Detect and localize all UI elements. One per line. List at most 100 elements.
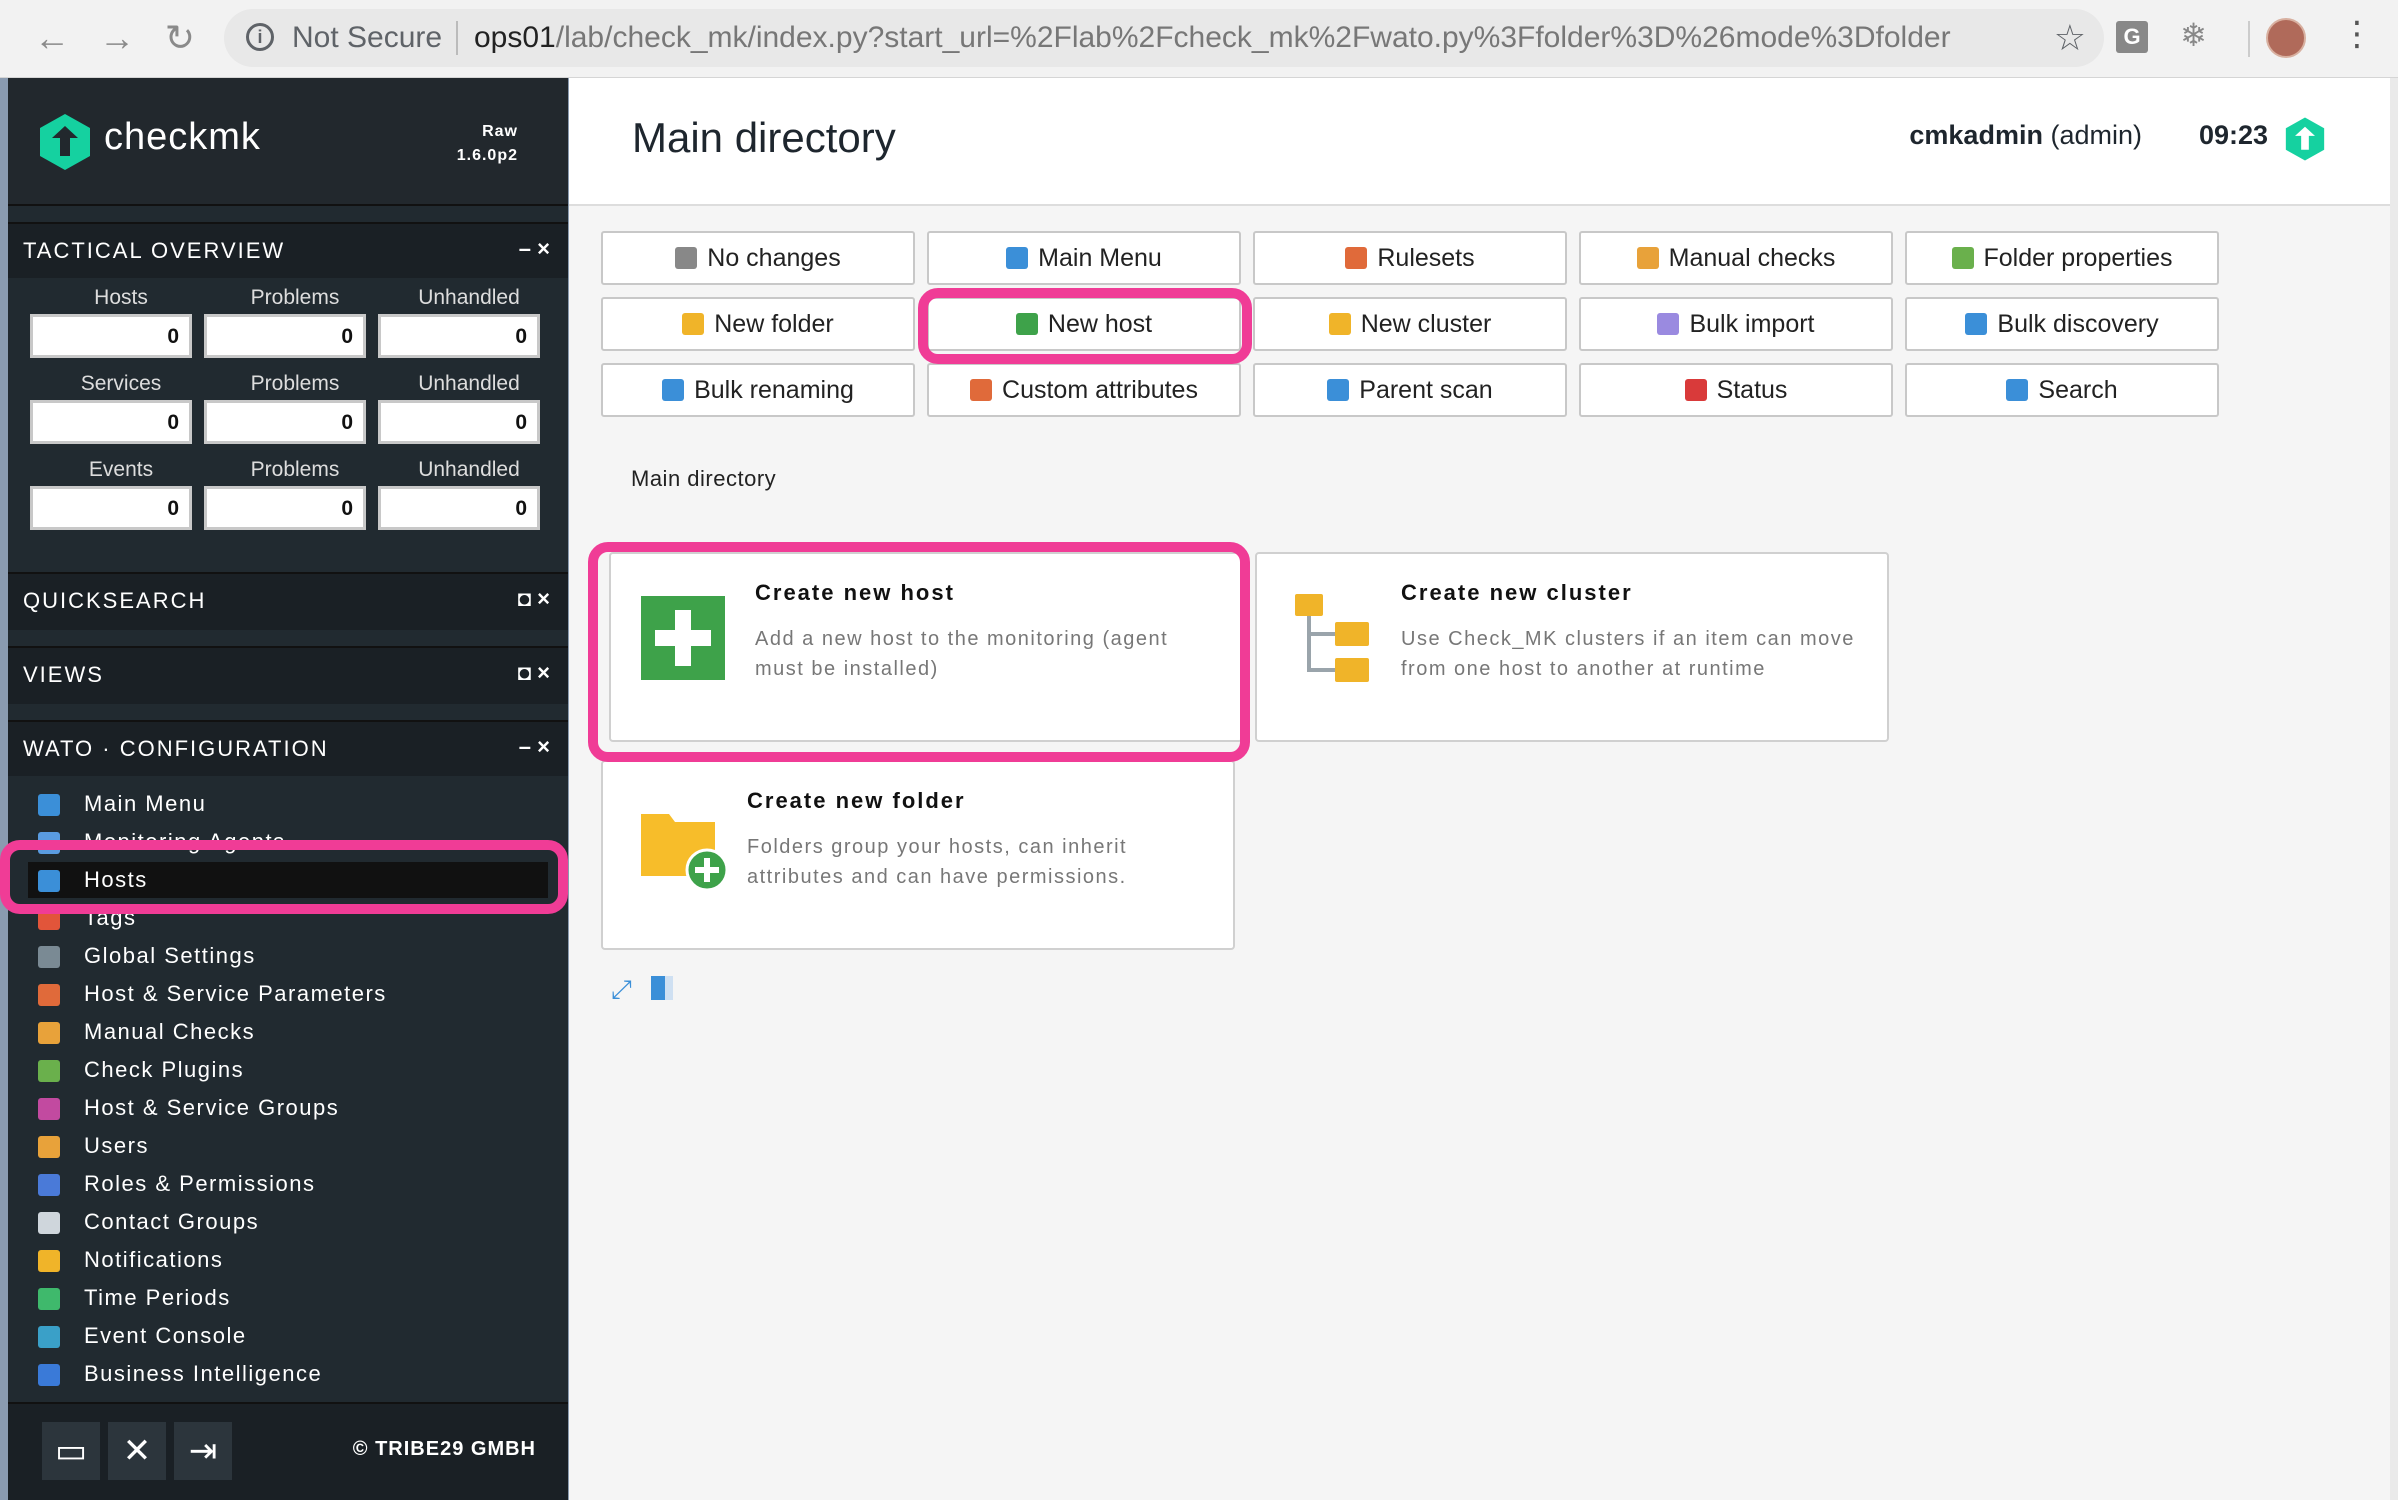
rulesets-button[interactable]: Rulesets <box>1253 231 1567 285</box>
user-info[interactable]: cmkadmin (admin) <box>1909 120 2142 151</box>
wato-item-tags[interactable]: Tags <box>28 900 548 936</box>
parent-scan-button[interactable]: Parent scan <box>1253 363 1567 417</box>
new-cluster-icon <box>1328 313 1351 335</box>
snapin-controls[interactable]: ◘ × <box>518 586 550 612</box>
create-new-host-card[interactable]: Create new host Add a new host to the mo… <box>609 552 1243 742</box>
folder-properties-button[interactable]: Folder properties <box>1905 231 2219 285</box>
page-scrollbar[interactable] <box>2390 78 2398 1500</box>
hosts-problems-count[interactable]: 0 <box>204 314 366 358</box>
wato-item-label: Roles & Permissions <box>84 1171 316 1196</box>
snapin-controls[interactable]: – × <box>519 236 550 262</box>
button-label: Rulesets <box>1377 244 1475 272</box>
events-count[interactable]: 0 <box>30 486 192 530</box>
wato-item-label: Global Settings <box>84 943 256 968</box>
reload-icon[interactable]: ↻ <box>158 16 202 60</box>
add-folder-icon <box>641 814 729 892</box>
button-label: New folder <box>714 310 834 338</box>
events-problems-count[interactable]: 0 <box>204 486 366 530</box>
card-title: Create new cluster <box>1401 580 1633 605</box>
wato-item-notifications[interactable]: Notifications <box>28 1242 548 1278</box>
tactical-label: Unhandled <box>418 458 520 481</box>
url-host: ops01 <box>474 21 556 54</box>
quicksearch-header[interactable]: QUICKSEARCH ◘ × <box>8 572 568 630</box>
snapin-controls[interactable]: ◘ × <box>518 660 550 686</box>
wato-item-event-console[interactable]: Event Console <box>28 1318 548 1354</box>
events-unhandled-count[interactable]: 0 <box>378 486 540 530</box>
wato-item-users[interactable]: Users <box>28 1128 548 1164</box>
extension-g-icon[interactable]: G <box>2116 21 2148 53</box>
hosts-count[interactable]: 0 <box>30 314 192 358</box>
wato-item-host-service-groups[interactable]: Host & Service Groups <box>28 1090 548 1126</box>
info-icon[interactable]: i <box>246 23 274 51</box>
button-label: Bulk discovery <box>1997 310 2159 338</box>
no-changes-button[interactable]: No changes <box>601 231 915 285</box>
services-problems-count[interactable]: 0 <box>204 400 366 444</box>
button-label: New cluster <box>1360 310 1492 338</box>
wato-item-main-menu[interactable]: Main Menu <box>28 786 548 822</box>
wato-item-label: Hosts <box>84 867 148 892</box>
main-menu-button[interactable]: Main Menu <box>927 231 1241 285</box>
bulk-import-icon <box>1657 313 1680 335</box>
sidebar: checkmk Raw 1.6.0p2 TACTICAL OVERVIEW – … <box>8 78 568 1500</box>
bulk-import-button[interactable]: Bulk import <box>1579 297 1893 351</box>
services-unhandled-count[interactable]: 0 <box>378 400 540 444</box>
address-bar[interactable]: i Not Secure ops01/lab/check_mk/index.py… <box>224 9 2104 67</box>
wato-item-check-plugins[interactable]: Check Plugins <box>28 1052 548 1088</box>
manual-checks-button[interactable]: Manual checks <box>1579 231 1893 285</box>
new-folder-button[interactable]: New folder <box>601 297 915 351</box>
tactical-overview-header[interactable]: TACTICAL OVERVIEW – × <box>8 222 568 280</box>
checkmk-logo-icon[interactable] <box>38 112 92 172</box>
wato-item-contact-groups[interactable]: Contact Groups <box>28 1204 548 1240</box>
create-new-folder-card[interactable]: Create new folder Folders group your hos… <box>601 760 1235 950</box>
wato-item-label: Tags <box>84 905 137 930</box>
snapin-controls[interactable]: – × <box>519 734 550 760</box>
bulk-renaming-button[interactable]: Bulk renaming <box>601 363 915 417</box>
wato-item-hosts[interactable]: Hosts <box>28 862 548 898</box>
wato-item-roles-permissions[interactable]: Roles & Permissions <box>28 1166 548 1202</box>
search-button[interactable]: Search <box>1905 363 2219 417</box>
custom-attributes-button[interactable]: Custom attributes <box>927 363 1241 417</box>
wato-item-time-periods[interactable]: Time Periods <box>28 1280 548 1316</box>
hosts-unhandled-count[interactable]: 0 <box>378 314 540 358</box>
tactical-label: Problems <box>250 458 340 481</box>
views-header[interactable]: VIEWS ◘ × <box>8 646 568 704</box>
wato-item-monitoring-agents[interactable]: Monitoring Agents <box>28 824 548 860</box>
main-menu-icon <box>38 794 60 816</box>
new-host-button[interactable]: New host <box>927 297 1241 351</box>
button-label: Main Menu <box>1038 244 1162 272</box>
clock: 09:23 <box>2198 120 2268 150</box>
contact-groups-icon <box>38 1212 60 1234</box>
create-new-cluster-card[interactable]: Create new cluster Use Check_MK clusters… <box>1255 552 1889 742</box>
extension-snowflake-icon[interactable]: ❄ <box>2180 16 2207 54</box>
services-count[interactable]: 0 <box>30 400 192 444</box>
url-text[interactable]: ops01/lab/check_mk/index.py?start_url=%2… <box>474 21 1951 55</box>
logout-icon[interactable]: ⇥ <box>174 1422 232 1480</box>
tools-icon[interactable]: ✕ <box>108 1422 166 1480</box>
checkmk-logo-icon[interactable] <box>2284 116 2326 162</box>
add-snapin-icon[interactable]: ▭ <box>42 1422 100 1480</box>
snapin-title: VIEWS <box>23 662 104 687</box>
breadcrumb[interactable]: Main directory <box>631 466 776 492</box>
wato-item-distributed-monitoring[interactable]: Distributed Monitoring <box>28 1394 548 1398</box>
profile-avatar[interactable] <box>2266 18 2306 58</box>
status-icon <box>1684 379 1707 401</box>
wato-configuration-header[interactable]: WATO · CONFIGURATION – × <box>8 720 568 778</box>
wato-item-label: Notifications <box>84 1247 224 1272</box>
bookmark-star-icon[interactable]: ☆ <box>2054 17 2086 59</box>
users-icon <box>38 1136 60 1158</box>
back-icon[interactable]: ← <box>30 16 74 60</box>
wato-item-manual-checks[interactable]: Manual Checks <box>28 1014 548 1050</box>
bulk-discovery-button[interactable]: Bulk discovery <box>1905 297 2219 351</box>
menu-kebab-icon[interactable]: ⋮ <box>2340 14 2374 54</box>
wato-item-host-service-parameters[interactable]: Host & Service Parameters <box>28 976 548 1012</box>
forward-icon[interactable]: → <box>95 16 139 60</box>
main-menu-icon <box>1006 247 1029 269</box>
wato-item-label: Event Console <box>84 1323 247 1348</box>
expand-icon[interactable]: ⤢ <box>611 974 632 1006</box>
wato-item-global-settings[interactable]: Global Settings <box>28 938 548 974</box>
warning-icon <box>675 247 698 269</box>
status-button[interactable]: Status <box>1579 363 1893 417</box>
wato-item-business-intelligence[interactable]: Business Intelligence <box>28 1356 548 1392</box>
sidebar-toggle-icon[interactable] <box>651 976 673 1000</box>
new-cluster-button[interactable]: New cluster <box>1253 297 1567 351</box>
